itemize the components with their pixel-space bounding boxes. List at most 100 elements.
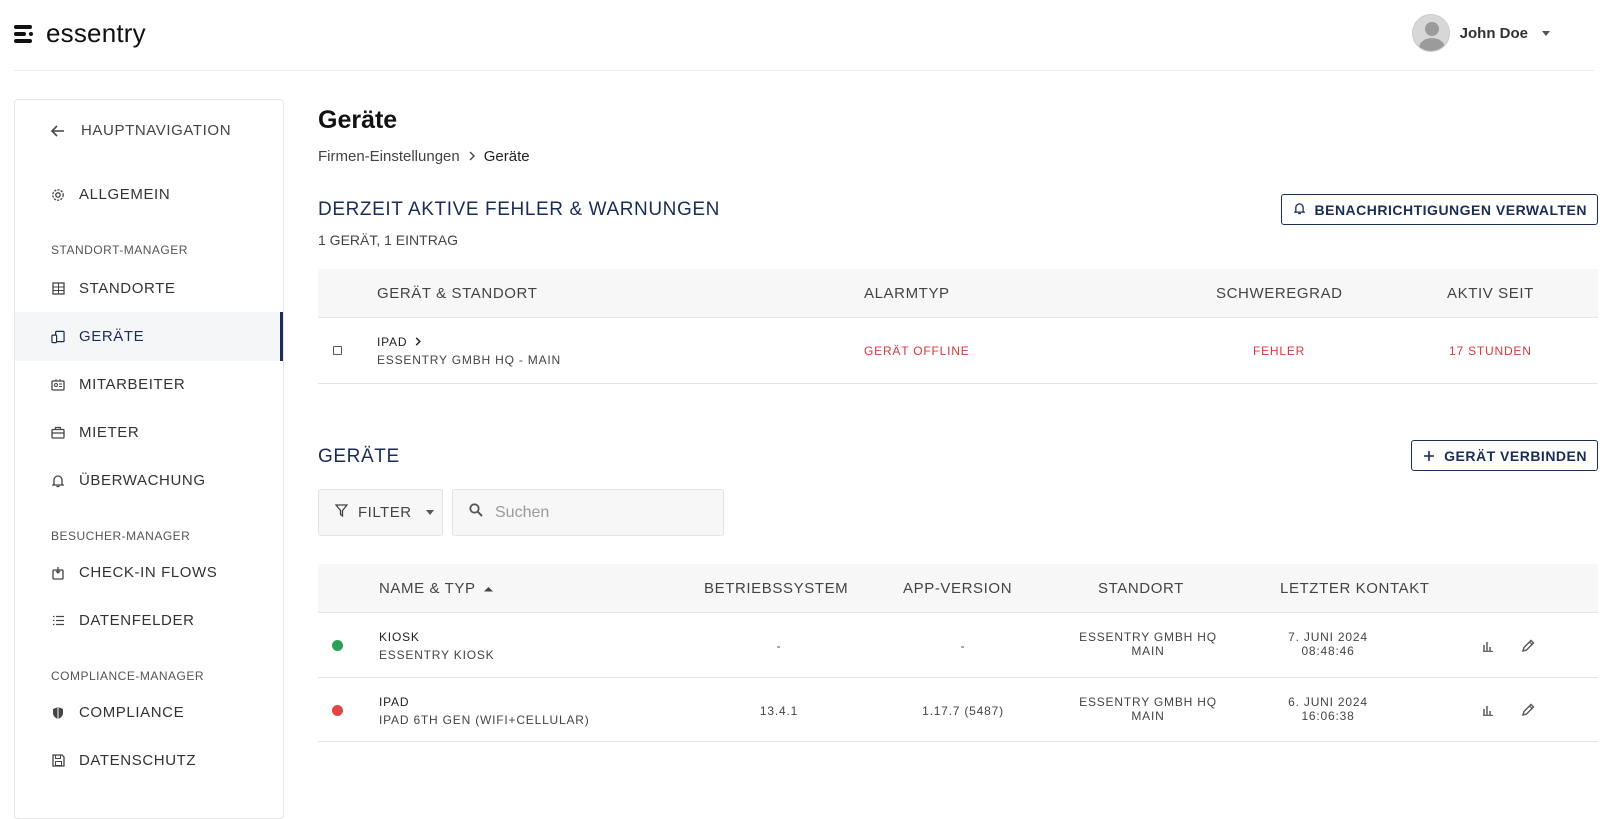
sidebar-item-datenschutz[interactable]: DATENSCHUTZ [15, 736, 283, 785]
id-badge-icon [51, 378, 65, 392]
status-dot [332, 640, 343, 651]
search-box[interactable] [452, 489, 724, 536]
device-location: ESSENTRY GMBH HQ MAIN [1053, 630, 1243, 658]
alerts-subtitle: 1 GERÄT, 1 EINTRAG [318, 232, 459, 248]
manage-notifications-button[interactable]: BENACHRICHTIGUNGEN VERWALTEN [1280, 194, 1598, 225]
building-icon [51, 282, 65, 296]
search-icon [469, 503, 483, 522]
user-name[interactable]: John Doe [1460, 25, 1528, 42]
sidebar-item-mieter[interactable]: MIETER [15, 408, 283, 457]
column-header-location[interactable]: STANDORT [1098, 580, 1184, 597]
sidebar-item-compliance[interactable]: COMPLIANCE [15, 688, 283, 737]
column-header-os[interactable]: BETRIEBSSYSTEM [704, 580, 848, 597]
top-bar: essentry John Doe [0, 0, 1608, 71]
devices-table-header: NAME & TYP BETRIEBSSYSTEM APP-VERSION ST… [318, 564, 1598, 613]
device-name[interactable]: IPAD [379, 695, 409, 709]
alerts-table-header: GERÄT & STANDORT ALARMTYP SCHWEREGRAD AK… [318, 269, 1598, 318]
logo[interactable]: essentry [14, 18, 146, 49]
device-location: ESSENTRY GMBH HQ MAIN [1053, 695, 1243, 723]
sidebar-item-datenfelder[interactable]: DATENFELDER [15, 596, 283, 645]
briefcase-icon [51, 426, 65, 440]
chevron-down-icon[interactable] [1542, 30, 1550, 36]
breadcrumb-current: Geräte [483, 148, 530, 165]
device-contact-date: 7. JUNI 2024 [1288, 630, 1368, 644]
alerts-section-title: DERZEIT AKTIVE FEHLER & WARNUNGEN [318, 199, 720, 220]
sidebar-back-label: HAUPTNAVIGATION [81, 122, 232, 139]
sidebar-item-label: COMPLIANCE [79, 704, 185, 721]
plus-icon [1424, 448, 1435, 464]
logo-mark-icon [14, 23, 42, 45]
devices-icon [51, 330, 65, 344]
sidebar-item-ueberwachung[interactable]: ÜBERWACHUNG [15, 456, 283, 505]
row-checkbox[interactable] [333, 346, 342, 355]
table-row[interactable]: IPAD IPAD 6TH GEN (WIFI+CELLULAR) 13.4.1… [318, 678, 1598, 742]
device-type: IPAD 6TH GEN (WIFI+CELLULAR) [379, 713, 590, 727]
column-header-since[interactable]: AKTIV SEIT [1447, 285, 1534, 302]
device-location-line2: MAIN [1131, 644, 1165, 658]
sidebar-item-label: DATENSCHUTZ [79, 752, 197, 769]
save-disk-icon [51, 754, 65, 768]
sidebar-item-label: MIETER [79, 424, 140, 441]
sidebar-back-link[interactable]: HAUPTNAVIGATION [51, 122, 231, 139]
device-last-contact: 6. JUNI 2024 16:06:38 [1253, 695, 1403, 723]
bar-chart-icon[interactable] [1480, 702, 1496, 718]
column-header-device[interactable]: GERÄT & STANDORT [377, 285, 537, 302]
sidebar-item-label: CHECK-IN FLOWS [79, 564, 218, 581]
breadcrumb-parent-link[interactable]: Firmen-Einstellungen [318, 148, 460, 165]
breadcrumb: Firmen-Einstellungen Geräte [318, 148, 530, 165]
device-type: ESSENTRY KIOSK [379, 648, 495, 662]
sidebar-section-standort: STANDORT-MANAGER [51, 243, 188, 257]
column-header-name-label: NAME & TYP [379, 580, 476, 597]
sidebar-item-checkin[interactable]: CHECK-IN FLOWS [15, 548, 283, 597]
checkin-icon [51, 566, 65, 580]
connect-device-button[interactable]: GERÄT VERBINDEN [1411, 440, 1598, 471]
sidebar-item-label: ÜBERWACHUNG [79, 472, 206, 489]
device-location-line1: ESSENTRY GMBH HQ [1079, 630, 1217, 644]
sidebar-item-label: GERÄTE [79, 328, 145, 345]
chevron-right-icon [468, 148, 476, 165]
device-location-line2: MAIN [1131, 709, 1165, 723]
column-header-name[interactable]: NAME & TYP [379, 580, 494, 597]
alert-device-name: IPAD [377, 335, 408, 349]
avatar[interactable] [1411, 14, 1450, 52]
device-app-version: - [960, 639, 966, 653]
sidebar-item-standorte[interactable]: STANDORTE [15, 264, 283, 313]
filter-button[interactable]: FILTER [318, 489, 443, 536]
sidebar-item-label: MITARBEITER [79, 376, 186, 393]
arrow-left-icon [51, 124, 65, 138]
sidebar-item-label: DATENFELDER [79, 612, 195, 629]
user-menu[interactable]: John Doe [1411, 14, 1550, 52]
column-header-app[interactable]: APP-VERSION [903, 580, 1012, 597]
device-contact-time: 16:06:38 [1301, 709, 1355, 723]
bell-icon [51, 474, 65, 488]
device-app-version: 1.17.7 (5487) [922, 704, 1004, 718]
device-os: 13.4.1 [759, 704, 799, 718]
list-icon [51, 614, 65, 628]
search-input[interactable] [495, 503, 715, 522]
sidebar-section-compliance: COMPLIANCE-MANAGER [51, 669, 205, 683]
device-name[interactable]: KIOSK [379, 630, 420, 644]
table-row[interactable]: KIOSK ESSENTRY KIOSK - - ESSENTRY GMBH H… [318, 613, 1598, 678]
edit-pencil-icon[interactable] [1520, 702, 1536, 718]
alert-severity: FEHLER [1253, 344, 1306, 358]
status-dot [332, 705, 343, 716]
sort-ascending-icon [484, 587, 494, 592]
table-row[interactable]: IPAD ESSENTRY GMBH HQ - MAIN GERÄT OFFLI… [318, 318, 1598, 384]
column-header-alarm[interactable]: ALARMTYP [864, 285, 950, 302]
devices-table: NAME & TYP BETRIEBSSYSTEM APP-VERSION ST… [318, 564, 1598, 742]
sidebar: HAUPTNAVIGATION ALLGEMEIN STANDORT-MANAG… [14, 99, 284, 819]
column-header-contact[interactable]: LETZTER KONTAKT [1280, 580, 1430, 597]
chevron-down-icon [425, 510, 434, 515]
bar-chart-icon[interactable] [1480, 638, 1496, 654]
connect-device-label: GERÄT VERBINDEN [1444, 447, 1587, 464]
page-title: Geräte [318, 106, 398, 134]
manage-notifications-label: BENACHRICHTIGUNGEN VERWALTEN [1314, 201, 1587, 218]
column-header-severity[interactable]: SCHWEREGRAD [1216, 285, 1343, 302]
logo-text: essentry [46, 18, 146, 48]
sidebar-item-general[interactable]: ALLGEMEIN [15, 170, 283, 219]
sidebar-item-mitarbeiter[interactable]: MITARBEITER [15, 360, 283, 409]
alert-device-link[interactable]: IPAD [377, 335, 422, 349]
sidebar-item-geraete[interactable]: GERÄTE [15, 312, 283, 361]
device-contact-time: 08:48:46 [1301, 644, 1355, 658]
edit-pencil-icon[interactable] [1520, 638, 1536, 654]
